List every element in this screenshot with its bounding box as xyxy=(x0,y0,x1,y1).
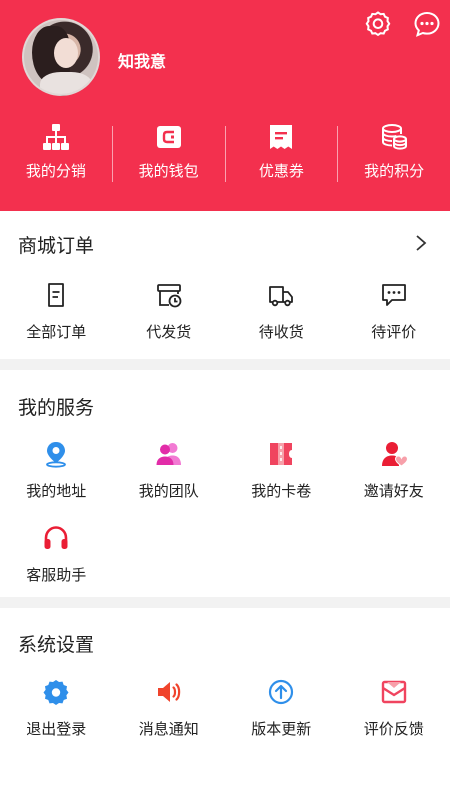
service-invite-label: 邀请好友 xyxy=(363,482,424,500)
message-icon[interactable] xyxy=(413,10,441,38)
setting-feedback-label: 评价反馈 xyxy=(363,720,424,738)
ticket-icon xyxy=(270,443,293,465)
service-address[interactable]: 我的地址 xyxy=(0,440,113,501)
setting-logout-label: 退出登录 xyxy=(26,720,87,738)
order-all[interactable]: 全部订单 xyxy=(0,281,113,342)
orders-section-title: 商城订单 xyxy=(18,235,95,257)
menu-wallet-label: 我的钱包 xyxy=(138,162,199,180)
setting-notifications-label: 消息通知 xyxy=(138,720,199,738)
order-pending-receive-label: 待收货 xyxy=(258,323,304,341)
coupon-icon xyxy=(270,125,293,149)
service-team[interactable]: 我的团队 xyxy=(113,440,226,501)
service-support-label: 客服助手 xyxy=(26,566,87,584)
truck-icon xyxy=(269,286,294,307)
setting-notifications[interactable]: 消息通知 xyxy=(113,678,226,739)
avatar[interactable] xyxy=(22,18,100,96)
avatar-face xyxy=(54,38,78,68)
team-icon xyxy=(156,443,181,465)
chevron-right-icon[interactable] xyxy=(414,233,428,253)
profile-header: 知我意 我的分销 我的钱包 优惠券 我的积分 xyxy=(0,0,450,211)
service-cards[interactable]: 我的卡卷 xyxy=(225,440,338,501)
services-section-title: 我的服务 xyxy=(18,397,95,419)
setting-feedback[interactable]: 评价反馈 xyxy=(338,678,450,739)
order-pending-ship[interactable]: 代发货 xyxy=(113,281,226,342)
menu-coupon-label: 优惠券 xyxy=(258,162,304,180)
avatar-robe xyxy=(40,72,92,94)
settings-grid: 退出登录 消息通知 版本更新 评价反馈 xyxy=(0,678,450,739)
box-clock-icon xyxy=(156,284,182,308)
menu-coupon[interactable]: 优惠券 xyxy=(226,122,338,186)
feedback-mail-icon xyxy=(381,680,406,704)
menu-points-label: 我的积分 xyxy=(364,162,425,180)
services-grid: 我的地址 我的团队 我的卡卷 邀请好友 客服助手 xyxy=(0,440,450,585)
setting-update[interactable]: 版本更新 xyxy=(225,678,338,739)
order-pending-ship-label: 代发货 xyxy=(146,323,192,341)
order-all-label: 全部订单 xyxy=(26,323,87,341)
setting-update-label: 版本更新 xyxy=(251,720,312,738)
order-pending-receive[interactable]: 待收货 xyxy=(225,281,338,342)
service-team-label: 我的团队 xyxy=(138,482,199,500)
order-pending-review[interactable]: 待评价 xyxy=(338,281,450,342)
service-support[interactable]: 客服助手 xyxy=(0,524,113,585)
wallet-icon xyxy=(156,126,181,148)
coins-icon xyxy=(382,124,408,150)
settings-section-title: 系统设置 xyxy=(18,634,95,656)
document-icon xyxy=(48,283,65,307)
upload-arrow-icon xyxy=(269,679,294,705)
chat-icon xyxy=(381,284,406,306)
menu-wallet[interactable]: 我的钱包 xyxy=(113,122,225,186)
username[interactable]: 知我意 xyxy=(118,48,166,72)
gear-icon xyxy=(43,680,69,705)
section-divider xyxy=(0,359,450,370)
settings-icon[interactable] xyxy=(364,10,392,38)
menu-points[interactable]: 我的积分 xyxy=(338,122,450,186)
speaker-icon xyxy=(157,682,180,702)
invite-friend-icon xyxy=(381,442,408,467)
headset-icon xyxy=(44,526,68,549)
menu-distribution-label: 我的分销 xyxy=(25,162,86,180)
setting-logout[interactable]: 退出登录 xyxy=(0,678,113,739)
section-divider xyxy=(0,597,450,608)
menu-distribution[interactable]: 我的分销 xyxy=(0,122,112,186)
location-pin-icon xyxy=(46,442,67,468)
service-cards-label: 我的卡卷 xyxy=(251,482,312,500)
orders-grid: 全部订单 代发货 待收货 待评价 xyxy=(0,281,450,342)
header-menu: 我的分销 我的钱包 优惠券 我的积分 xyxy=(0,122,450,186)
service-address-label: 我的地址 xyxy=(26,482,87,500)
org-tree-icon xyxy=(42,124,69,150)
order-pending-review-label: 待评价 xyxy=(371,323,417,341)
service-invite[interactable]: 邀请好友 xyxy=(338,440,450,501)
